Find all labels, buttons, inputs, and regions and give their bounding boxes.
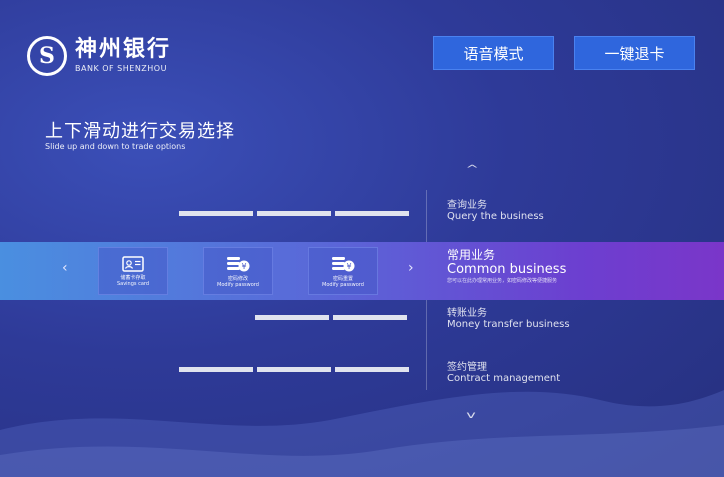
bank-logo: S 神州银行 BANK OF SHENZHOU (27, 36, 171, 76)
card-icon (122, 255, 144, 272)
collapsed-items-transfer (255, 315, 407, 320)
category-query-cn: 查询业务 (447, 200, 487, 211)
category-query[interactable]: 查询业务 Query the business (447, 200, 544, 222)
eject-card-button[interactable]: 一键退卡 (574, 36, 695, 70)
category-common-en: Common business (447, 262, 567, 277)
collapsed-items-contract (179, 367, 409, 372)
category-contract[interactable]: 签约管理 Contract management (447, 362, 561, 384)
logo-mark-icon: S (27, 36, 67, 76)
category-transfer-en: Money transfer business (447, 318, 570, 330)
tile-savings-en: Savings card (116, 280, 150, 287)
category-common-desc: 您可以在此办理常用业务，如密码修改等便捷服务 (447, 278, 558, 284)
voice-mode-button[interactable]: 语音模式 (433, 36, 554, 70)
scroll-up-icon[interactable]: ^ (465, 164, 478, 175)
category-transfer-cn: 转账业务 (447, 308, 487, 319)
tile-savings-cn: 储蓄卡存取 (120, 274, 146, 281)
svg-text:¥: ¥ (241, 262, 246, 271)
coin-stack-icon: ¥ (227, 256, 250, 271)
scroll-down-icon[interactable]: v (466, 410, 475, 421)
category-query-en: Query the business (447, 210, 544, 222)
chevron-left-icon[interactable]: ‹ (62, 260, 68, 276)
category-common-cn: 常用业务 (447, 248, 496, 262)
savings-card-tile[interactable]: 储蓄卡存取 Savings card (98, 247, 168, 295)
collapsed-items-query (179, 211, 409, 216)
bank-name-en: BANK OF SHENZHOU (75, 64, 167, 73)
category-transfer[interactable]: 转账业务 Money transfer business (447, 308, 570, 330)
hint-title: 上下滑动进行交易选择 (45, 121, 235, 142)
logo-text: 神州银行 BANK OF SHENZHOU (75, 39, 171, 73)
hint-subtitle: Slide up and down to trade options (45, 142, 186, 151)
modify-password-tile[interactable]: ¥ 密码修改 Modify password (203, 247, 273, 295)
tile-pwd2-en: Modify password (322, 281, 364, 288)
svg-text:¥: ¥ (346, 262, 351, 271)
category-contract-en: Contract management (447, 372, 561, 384)
reset-password-tile[interactable]: ¥ 密码重置 Modify password (308, 247, 378, 295)
coin-stack-icon: ¥ (332, 256, 355, 271)
bank-name-cn: 神州银行 (75, 37, 172, 62)
category-common[interactable]: 常用业务 Common business 您可以在此办理常用业务，如密码修改等便… (447, 249, 566, 284)
chevron-right-icon[interactable]: › (408, 260, 414, 276)
tile-pwd1-en: Modify password (217, 281, 259, 288)
category-contract-cn: 签约管理 (447, 362, 487, 373)
